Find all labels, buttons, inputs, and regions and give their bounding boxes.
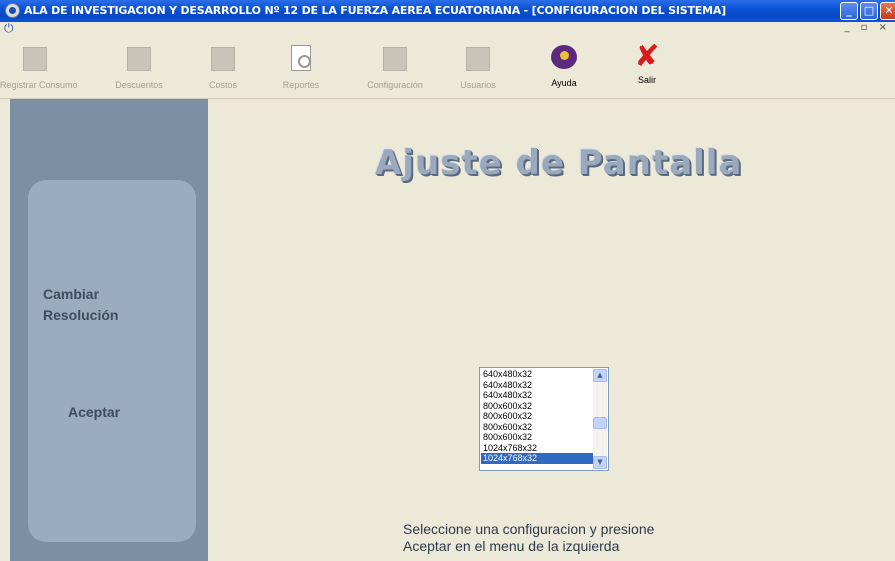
resolution-option[interactable]: 640x480x32 <box>481 390 593 401</box>
resolution-option[interactable]: 800x600x32 <box>481 411 593 422</box>
toolbar: Registrar Consumo Descuentos Costos Repo… <box>0 36 895 99</box>
listbox-scrollbar[interactable]: ▲ ▼ <box>593 369 607 469</box>
configuracion-button[interactable]: Configuración <box>360 42 430 96</box>
resolution-option[interactable]: 800x600x32 <box>481 401 593 412</box>
reportes-button[interactable]: Reportes <box>266 42 336 96</box>
resolution-list: 640x480x32 640x480x32 640x480x32 800x600… <box>481 369 593 464</box>
toolbar-button-label: Reportes <box>282 80 320 90</box>
toolbar-button-label: Salir <box>637 75 656 85</box>
exit-x-icon: ✘ <box>634 39 660 74</box>
configuration-icon <box>383 47 407 71</box>
resolution-listbox[interactable]: 640x480x32 640x480x32 640x480x32 800x600… <box>479 367 609 471</box>
registrar-consumo-button[interactable]: Registrar Consumo <box>0 42 78 96</box>
toolbar-button-label: Registrar Consumo <box>0 80 78 90</box>
usuarios-button[interactable]: Usuarios <box>443 42 513 96</box>
change-resolution-line2: Resolución <box>43 307 119 323</box>
help-book-icon <box>551 45 577 69</box>
change-resolution-line1: Cambiar <box>43 286 100 302</box>
resolution-option[interactable]: 800x600x32 <box>481 432 593 443</box>
discount-icon <box>127 47 151 71</box>
window-title: ALA DE INVESTIGACION Y DESARROLLO Nº 12 … <box>24 4 726 17</box>
scroll-up-arrow-icon[interactable]: ▲ <box>593 369 607 382</box>
sidebar-menu-panel <box>28 180 196 542</box>
close-button[interactable]: ✕ <box>880 2 895 20</box>
costs-icon <box>211 47 235 71</box>
costos-button[interactable]: Costos <box>188 42 258 96</box>
salir-button[interactable]: ✘ Salir <box>612 42 682 96</box>
window-titlebar[interactable]: ALA DE INVESTIGACION Y DESARROLLO Nº 12 … <box>0 0 895 22</box>
accept-link[interactable]: Aceptar <box>68 402 120 423</box>
toolbar-button-label: Configuración <box>367 80 423 90</box>
resolution-option[interactable]: 640x480x32 <box>481 369 593 380</box>
maximize-button[interactable]: □ <box>860 2 878 20</box>
toolbar-button-label: Costos <box>208 80 237 90</box>
report-magnifier-icon <box>291 45 311 71</box>
toolbar-button-label: Usuarios <box>460 80 496 90</box>
change-resolution-link[interactable]: Cambiar Resolución <box>43 284 118 326</box>
app-icon[interactable] <box>5 3 20 18</box>
resolution-option[interactable]: 800x600x32 <box>481 422 593 433</box>
instructions-line1: Seleccione una configuracion y presione <box>403 521 655 537</box>
resolution-option-selected[interactable]: 1024x768x32 <box>481 453 593 464</box>
page-title: Ajuste de Pantalla <box>375 143 743 183</box>
sidebar: Cambiar Resolución Aceptar <box>10 99 208 561</box>
toolbar-button-label: Ayuda <box>551 78 577 88</box>
consumption-icon <box>23 47 47 71</box>
mdi-window-controls[interactable]: _ ▫ × <box>844 22 891 33</box>
descuentos-button[interactable]: Descuentos <box>104 42 174 96</box>
power-icon[interactable]: ⏻ <box>4 22 14 35</box>
users-icon <box>466 47 490 71</box>
resolution-option[interactable]: 1024x768x32 <box>481 443 593 454</box>
ayuda-button[interactable]: Ayuda <box>529 42 599 96</box>
toolbar-button-label: Descuentos <box>115 80 163 90</box>
menu-bar: ⏻ _ ▫ × <box>0 22 895 36</box>
resolution-option[interactable]: 640x480x32 <box>481 380 593 391</box>
minimize-button[interactable]: _ <box>840 2 858 20</box>
instructions-text: Seleccione una configuracion y presione … <box>403 521 654 555</box>
scroll-thumb[interactable] <box>593 417 607 429</box>
scroll-down-arrow-icon[interactable]: ▼ <box>593 456 607 469</box>
instructions-line2: Aceptar en el menu de la izquierda <box>403 538 620 554</box>
